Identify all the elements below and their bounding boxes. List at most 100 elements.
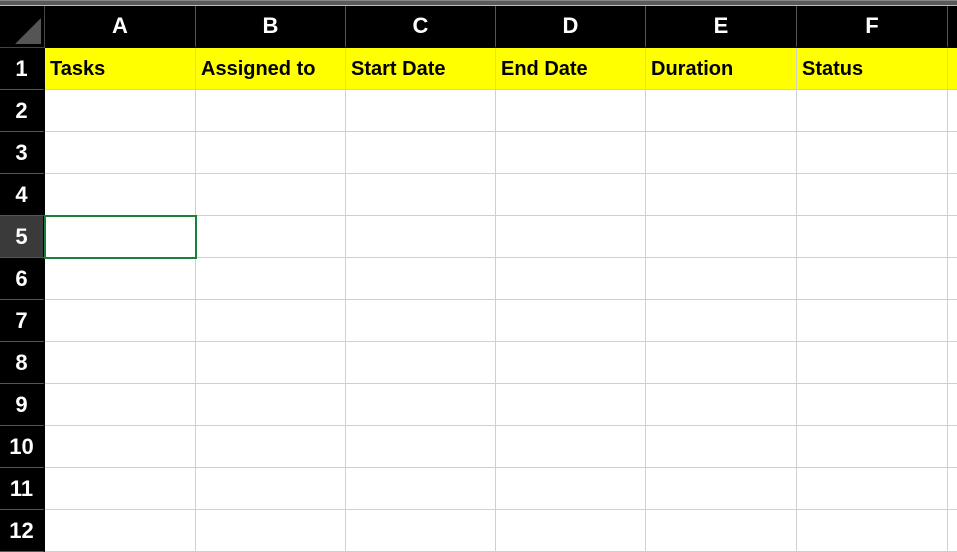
cell-B12[interactable]	[196, 510, 346, 552]
cell-D8[interactable]	[496, 342, 646, 384]
cell-A10[interactable]	[45, 426, 196, 468]
column-header-C[interactable]: C	[346, 6, 496, 48]
row-header-2[interactable]: 2	[0, 90, 45, 132]
cell-C8[interactable]	[346, 342, 496, 384]
cell-D1[interactable]: End Date	[496, 48, 646, 90]
cell-F11[interactable]	[797, 468, 948, 510]
cell-B4[interactable]	[196, 174, 346, 216]
cell-A11[interactable]	[45, 468, 196, 510]
cell-E11[interactable]	[646, 468, 797, 510]
select-all-corner[interactable]	[0, 6, 45, 48]
cell-F10[interactable]	[797, 426, 948, 468]
row-header-10[interactable]: 10	[0, 426, 45, 468]
cell-B3[interactable]	[196, 132, 346, 174]
cell-B10[interactable]	[196, 426, 346, 468]
row-header-5[interactable]: 5	[0, 216, 45, 258]
row-header-9[interactable]: 9	[0, 384, 45, 426]
cell-D10[interactable]	[496, 426, 646, 468]
cell-F7[interactable]	[797, 300, 948, 342]
column-header-B[interactable]: B	[196, 6, 346, 48]
cell-F3[interactable]	[797, 132, 948, 174]
row-header-3[interactable]: 3	[0, 132, 45, 174]
row-header-8[interactable]: 8	[0, 342, 45, 384]
row-header-6[interactable]: 6	[0, 258, 45, 300]
row-label: 8	[15, 350, 27, 376]
cell-E12[interactable]	[646, 510, 797, 552]
cell-C2[interactable]	[346, 90, 496, 132]
cell-A5[interactable]	[45, 216, 196, 258]
column-header-E[interactable]: E	[646, 6, 797, 48]
row-header-1[interactable]: 1	[0, 48, 45, 90]
row-header-7[interactable]: 7	[0, 300, 45, 342]
cell-C4[interactable]	[346, 174, 496, 216]
cell-A2[interactable]	[45, 90, 196, 132]
cell-E8[interactable]	[646, 342, 797, 384]
column-header-D[interactable]: D	[496, 6, 646, 48]
row-label: 11	[10, 476, 33, 502]
cell-C3[interactable]	[346, 132, 496, 174]
cell-E6[interactable]	[646, 258, 797, 300]
cell-D12[interactable]	[496, 510, 646, 552]
cell-F6[interactable]	[797, 258, 948, 300]
cell-B9[interactable]	[196, 384, 346, 426]
cell-C6[interactable]	[346, 258, 496, 300]
cell-A12[interactable]	[45, 510, 196, 552]
cell-B2[interactable]	[196, 90, 346, 132]
cell-C7[interactable]	[346, 300, 496, 342]
cell-C9[interactable]	[346, 384, 496, 426]
cell-A4[interactable]	[45, 174, 196, 216]
cell-E4[interactable]	[646, 174, 797, 216]
column-label: B	[263, 13, 279, 39]
cell-D3[interactable]	[496, 132, 646, 174]
cell-B6[interactable]	[196, 258, 346, 300]
cell-C5[interactable]	[346, 216, 496, 258]
cell-D7[interactable]	[496, 300, 646, 342]
cell-B5[interactable]	[196, 216, 346, 258]
cell-D5[interactable]	[496, 216, 646, 258]
cell-F4[interactable]	[797, 174, 948, 216]
cell-B11[interactable]	[196, 468, 346, 510]
cell-B8[interactable]	[196, 342, 346, 384]
column-header-F[interactable]: F	[797, 6, 948, 48]
cell-C1[interactable]: Start Date	[346, 48, 496, 90]
cell-E2[interactable]	[646, 90, 797, 132]
cell-F1[interactable]: Status	[797, 48, 948, 90]
row-label: 2	[15, 98, 27, 124]
cell-F12[interactable]	[797, 510, 948, 552]
row-header-11[interactable]: 11	[0, 468, 45, 510]
row-label: 9	[15, 392, 27, 418]
cell-A8[interactable]	[45, 342, 196, 384]
cell-partial-5	[948, 216, 957, 258]
cell-partial-3	[948, 132, 957, 174]
column-header-A[interactable]: A	[45, 6, 196, 48]
cell-E10[interactable]	[646, 426, 797, 468]
cell-E1[interactable]: Duration	[646, 48, 797, 90]
cell-F9[interactable]	[797, 384, 948, 426]
cell-E5[interactable]	[646, 216, 797, 258]
row-header-12[interactable]: 12	[0, 510, 45, 552]
cell-E9[interactable]	[646, 384, 797, 426]
cell-A6[interactable]	[45, 258, 196, 300]
cell-D4[interactable]	[496, 174, 646, 216]
cell-F8[interactable]	[797, 342, 948, 384]
cell-partial-12	[948, 510, 957, 552]
cell-D11[interactable]	[496, 468, 646, 510]
cell-A7[interactable]	[45, 300, 196, 342]
cell-A3[interactable]	[45, 132, 196, 174]
cell-D2[interactable]	[496, 90, 646, 132]
cell-D9[interactable]	[496, 384, 646, 426]
cell-A1[interactable]: Tasks	[45, 48, 196, 90]
cell-partial-1	[948, 48, 957, 90]
cell-C11[interactable]	[346, 468, 496, 510]
cell-E3[interactable]	[646, 132, 797, 174]
row-header-4[interactable]: 4	[0, 174, 45, 216]
cell-F2[interactable]	[797, 90, 948, 132]
cell-E7[interactable]	[646, 300, 797, 342]
cell-A9[interactable]	[45, 384, 196, 426]
cell-B7[interactable]	[196, 300, 346, 342]
cell-F5[interactable]	[797, 216, 948, 258]
cell-B1[interactable]: Assigned to	[196, 48, 346, 90]
cell-C10[interactable]	[346, 426, 496, 468]
cell-D6[interactable]	[496, 258, 646, 300]
cell-C12[interactable]	[346, 510, 496, 552]
